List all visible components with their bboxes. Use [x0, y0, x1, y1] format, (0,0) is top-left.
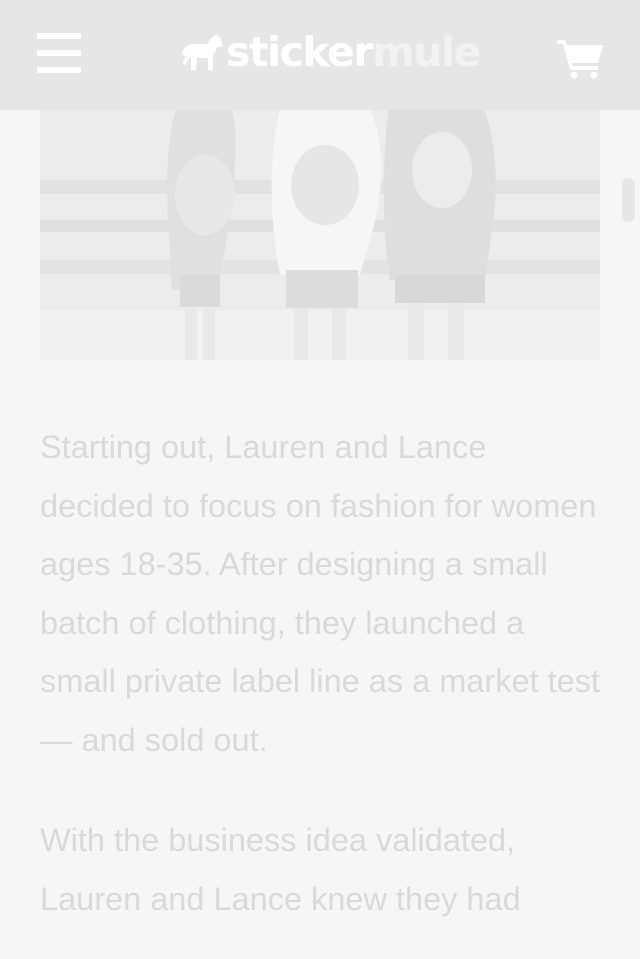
hero-photo — [40, 70, 600, 360]
article-paragraph-2: With the business idea validated, Lauren… — [40, 822, 521, 917]
stickermule-logo[interactable]: stickermule — [180, 28, 481, 76]
top-nav-bar: stickermule — [0, 0, 640, 110]
logo-wordmark: stickermule — [226, 28, 481, 76]
photo-three-people-backs — [40, 70, 600, 360]
hamburger-menu-icon[interactable] — [37, 33, 81, 73]
article-body: Starting out, Lauren and Lance decided t… — [40, 418, 600, 959]
logo-word-sticker: sticker — [226, 28, 374, 76]
logo-word-mule: mule — [372, 28, 481, 76]
article-paragraph-1: Starting out, Lauren and Lance decided t… — [40, 429, 600, 758]
page: stickermule Starting out, Lauren and Lan… — [0, 0, 640, 959]
shopping-cart-icon[interactable] — [557, 37, 603, 79]
mule-icon — [182, 34, 223, 70]
scrollbar-thumb[interactable] — [622, 178, 635, 222]
